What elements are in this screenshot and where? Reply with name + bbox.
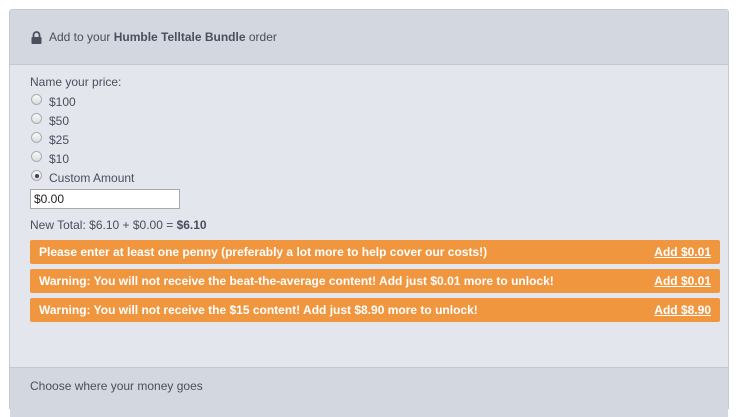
order-panel: Add to your Humble Telltale Bundle order…: [9, 9, 729, 417]
header-suffix: order: [248, 30, 277, 44]
add-amount-link[interactable]: Add $0.01: [654, 274, 711, 288]
add-amount-link[interactable]: Add $8.90: [654, 303, 711, 317]
money-allocation-header[interactable]: Choose where your money goes: [10, 367, 728, 417]
bundle-name: Humble Telltale Bundle: [113, 30, 246, 44]
price-option-50[interactable]: $50: [30, 111, 728, 130]
warning-banner: Warning: You will not receive the $15 co…: [30, 298, 720, 322]
radio-button[interactable]: [31, 151, 42, 162]
radio-button[interactable]: [31, 94, 42, 105]
radio-button-selected[interactable]: [31, 170, 42, 181]
warning-message: Please enter at least one penny (prefera…: [39, 245, 488, 259]
radio-button[interactable]: [31, 132, 42, 143]
price-option-100[interactable]: $100: [30, 92, 728, 111]
price-option-label: $10: [49, 151, 70, 166]
price-section: Name your price: $100 $50 $25 $10 Custom…: [10, 65, 728, 322]
price-option-label: $25: [49, 132, 70, 147]
header-title: Add to your Humble Telltale Bundle order: [49, 30, 277, 44]
price-option-25[interactable]: $25: [30, 130, 728, 149]
price-option-label: $50: [49, 113, 70, 128]
custom-amount-input[interactable]: [30, 189, 180, 209]
header-prefix: Add to your: [49, 30, 111, 44]
price-label: Name your price:: [30, 75, 122, 89]
price-option-label: Custom Amount: [49, 170, 135, 185]
panel-header: Add to your Humble Telltale Bundle order: [10, 10, 728, 65]
warning-message: Warning: You will not receive the $15 co…: [39, 303, 478, 317]
price-option-label: $100: [49, 94, 76, 109]
add-amount-link[interactable]: Add $0.01: [654, 245, 711, 259]
lock-icon: [31, 30, 42, 44]
total-prefix: New Total: $6.10 + $0.00 =: [30, 218, 174, 232]
new-total: New Total: $6.10 + $0.00 = $6.10: [30, 218, 728, 232]
warning-message: Warning: You will not receive the beat-t…: [39, 274, 554, 288]
warning-banner: Please enter at least one penny (prefera…: [30, 240, 720, 264]
price-option-custom[interactable]: Custom Amount: [30, 168, 728, 187]
price-option-10[interactable]: $10: [30, 149, 728, 168]
money-allocation-label: Choose where your money goes: [30, 379, 203, 393]
total-value: $6.10: [176, 218, 207, 232]
radio-button[interactable]: [31, 113, 42, 124]
warning-banner: Warning: You will not receive the beat-t…: [30, 269, 720, 293]
